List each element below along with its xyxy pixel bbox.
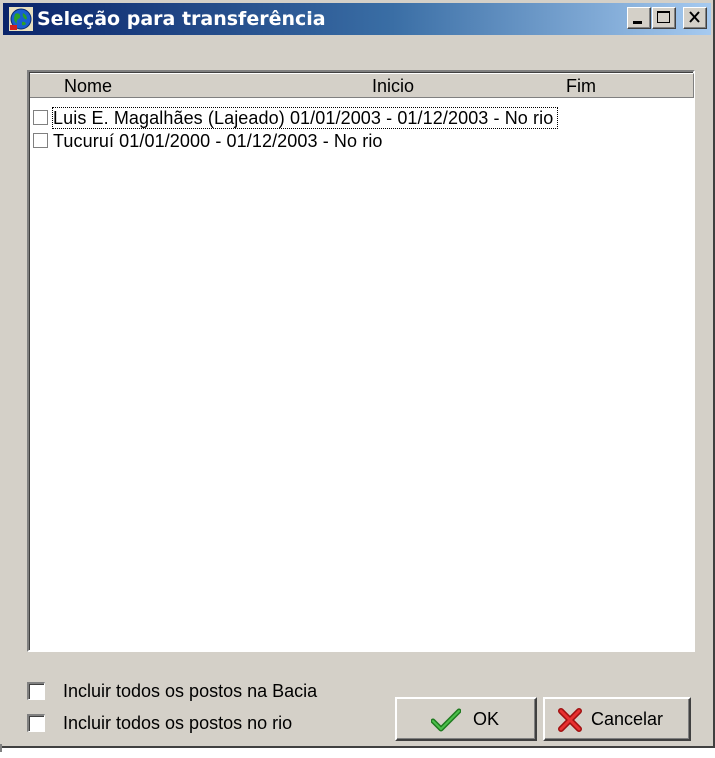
include-bacia-option[interactable]: Incluir todos os postos na Bacia [27,680,367,702]
minimize-icon [633,21,642,24]
edge-artifact [0,744,2,752]
globe-icon[interactable] [9,7,33,31]
list-header: Nome Inicio Fim [30,73,694,98]
title-bar[interactable]: Seleção para transferência [3,3,711,35]
cancel-button[interactable]: Cancelar [543,697,691,741]
column-header-nome[interactable]: Nome [64,74,112,97]
include-bacia-checkbox[interactable] [27,682,45,700]
column-header-inicio[interactable]: Inicio [372,74,414,97]
ok-button[interactable]: OK [395,697,537,741]
list-item-label: Luis E. Magalhães (Lajeado) 01/01/2003 -… [51,107,559,129]
dialog-window: Seleção para transferência Nome Inicio F… [0,0,715,748]
list-item[interactable]: Luis E. Magalhães (Lajeado) 01/01/2003 -… [33,107,691,129]
include-bacia-label[interactable]: Incluir todos os postos na Bacia [63,680,317,702]
list-item-checkbox[interactable] [33,133,48,148]
list-item[interactable]: Tucuruí 01/01/2000 - 01/12/2003 - No rio [33,131,691,151]
ok-button-label: OK [473,709,500,729]
maximize-button[interactable] [652,7,676,29]
include-rio-checkbox[interactable] [27,714,45,732]
list-item-checkbox[interactable] [33,110,48,125]
postos-list[interactable]: Nome Inicio Fim Luis E. Magalhães (Lajea… [27,70,695,652]
minimize-button[interactable] [627,7,651,29]
x-cross-icon [557,708,583,735]
maximize-icon [657,11,670,23]
cancel-button-label: Cancelar [591,709,664,729]
include-rio-option[interactable]: Incluir todos os postos no rio [27,712,367,734]
list-item-label: Tucuruí 01/01/2000 - 01/12/2003 - No rio [53,131,383,151]
window-title: Seleção para transferência [37,8,326,30]
close-button[interactable] [683,7,707,29]
close-icon [689,11,700,23]
column-header-fim[interactable]: Fim [566,74,596,97]
include-rio-label[interactable]: Incluir todos os postos no rio [63,712,292,734]
checkmark-icon [430,708,462,735]
